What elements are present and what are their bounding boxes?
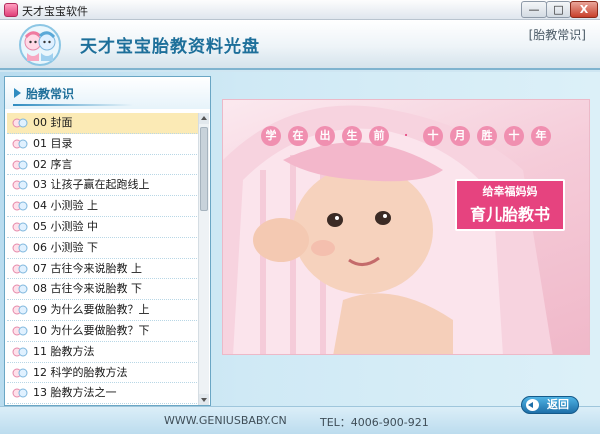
heading-divider [13, 104, 133, 106]
slogan-char: 十 [504, 126, 524, 146]
chapter-label: 13 胎教方法之一 [33, 386, 117, 400]
chapter-list-item[interactable]: 06 小测验 下 [7, 238, 199, 259]
slogan-char: 前 [369, 126, 389, 146]
window-title: 天才宝宝软件 [22, 5, 88, 18]
close-button[interactable]: X [570, 1, 598, 18]
baby-icon [12, 180, 28, 190]
chapter-label: 12 科学的胎教方法 [33, 365, 128, 379]
baby-icon [12, 201, 28, 211]
baby-icon [12, 368, 28, 378]
window-title-bar[interactable]: 天才宝宝软件 — □ X [0, 0, 600, 20]
chapter-label: 07 古往今来说胎教 上 [33, 261, 142, 275]
baby-icon [12, 160, 28, 170]
chapter-label: 03 让孩子赢在起跑线上 [33, 178, 150, 192]
chapter-list[interactable]: 00 封面 01 目录 02 序言 03 让孩子赢在起跑线上 04 小测验 上 05 小测… [7, 113, 199, 405]
maximize-button[interactable]: □ [546, 1, 571, 18]
baby-icon [12, 284, 28, 294]
chapter-label: 08 古往今来说胎教 下 [33, 282, 142, 296]
chapter-label: 10 为什么要做胎教？下 [33, 323, 150, 337]
app-header: 天才宝宝胎教资料光盘 [胎教常识] [0, 20, 600, 70]
cover-image: 学在出生前 · 十月胜十年 给幸福妈妈 育儿胎教书 [222, 99, 590, 355]
baby-icon [12, 326, 28, 336]
section-tag: [胎教常识] [528, 28, 586, 42]
slogan-banner: 学在出生前 · 十月胜十年 [223, 126, 589, 148]
chapter-label: 04 小测验 上 [33, 199, 98, 213]
chapter-list-item[interactable]: 11 胎教方法 [7, 342, 199, 363]
chapter-list-item[interactable]: 09 为什么要做胎教？上 [7, 300, 199, 321]
website-url: WWW.GENIUSBABY.CN [164, 414, 287, 427]
back-arrow-icon [526, 399, 539, 411]
chapter-list-item[interactable]: 07 古往今来说胎教 上 [7, 259, 199, 280]
sidebar-heading-label: 胎教常识 [26, 87, 75, 101]
badge-title: 育儿胎教书 [469, 205, 550, 224]
play-arrow-icon [14, 88, 21, 98]
chapter-list-item[interactable]: 05 小测验 中 [7, 217, 199, 238]
footer: WWW.GENIUSBABY.CN TEL：4006-900-921 [0, 406, 600, 434]
baby-icon [12, 388, 28, 398]
chapter-list-item[interactable]: 01 目录 [7, 134, 199, 155]
slogan-char: 出 [315, 126, 335, 146]
slogan-char: 月 [450, 126, 470, 146]
baby-icon [12, 305, 28, 315]
chapter-list-item[interactable]: 04 小测验 上 [7, 196, 199, 217]
minimize-button[interactable]: — [521, 1, 547, 18]
babies-logo-icon [19, 24, 61, 66]
book-badge: 给幸福妈妈 育儿胎教书 [455, 179, 565, 231]
chapter-list-item[interactable]: 13 胎教方法之一 [7, 383, 199, 405]
slogan-char: 年 [531, 126, 551, 146]
chapter-label: 05 小测验 中 [33, 219, 98, 233]
chapter-label: 09 为什么要做胎教？上 [33, 303, 150, 317]
slogan-char: 十 [423, 126, 443, 146]
slogan-char: · [404, 129, 408, 142]
baby-icon [12, 139, 28, 149]
slogan-char: 学 [261, 126, 281, 146]
back-button-label: 返回 [547, 398, 569, 411]
sidebar-heading: 胎教常识 [5, 77, 210, 109]
list-scrollbar[interactable] [198, 113, 209, 405]
slogan-char: 胜 [477, 126, 497, 146]
badge-subtitle: 给幸福妈妈 [482, 185, 538, 198]
baby-icon [12, 347, 28, 357]
chapter-list-item[interactable]: 12 科学的胎教方法 [7, 363, 199, 384]
chapter-list-item[interactable]: 10 为什么要做胎教？下 [7, 321, 199, 342]
chapter-list-item[interactable]: 03 让孩子赢在起跑线上 [7, 175, 199, 197]
scroll-down-arrow-icon[interactable] [199, 394, 209, 405]
chapter-label: 02 序言 [33, 157, 73, 171]
chapter-list-item[interactable]: 02 序言 [7, 155, 199, 176]
app-title: 天才宝宝胎教资料光盘 [80, 37, 260, 57]
chapter-label: 01 目录 [33, 136, 73, 150]
baby-icon [12, 222, 28, 232]
slogan-char: 在 [288, 126, 308, 146]
baby-icon [12, 243, 28, 253]
baby-icon [12, 118, 28, 128]
scroll-thumb[interactable] [200, 127, 208, 211]
scroll-up-arrow-icon[interactable] [199, 113, 209, 124]
chapter-label: 11 胎教方法 [33, 344, 95, 358]
baby-icon [12, 264, 28, 274]
slogan-char: 生 [342, 126, 362, 146]
phone-number: TEL：4006-900-921 [320, 416, 429, 429]
chapter-list-item[interactable]: 00 封面 [7, 113, 199, 134]
app-icon [4, 3, 18, 17]
chapter-label: 06 小测验 下 [33, 240, 98, 254]
sidebar: 胎教常识 00 封面 01 目录 02 序言 03 让孩子赢在起跑线上 04 小测验 上… [4, 76, 211, 406]
chapter-list-item[interactable]: 08 古往今来说胎教 下 [7, 279, 199, 301]
back-button[interactable]: 返回 [521, 396, 579, 414]
chapter-label: 00 封面 [33, 116, 73, 129]
